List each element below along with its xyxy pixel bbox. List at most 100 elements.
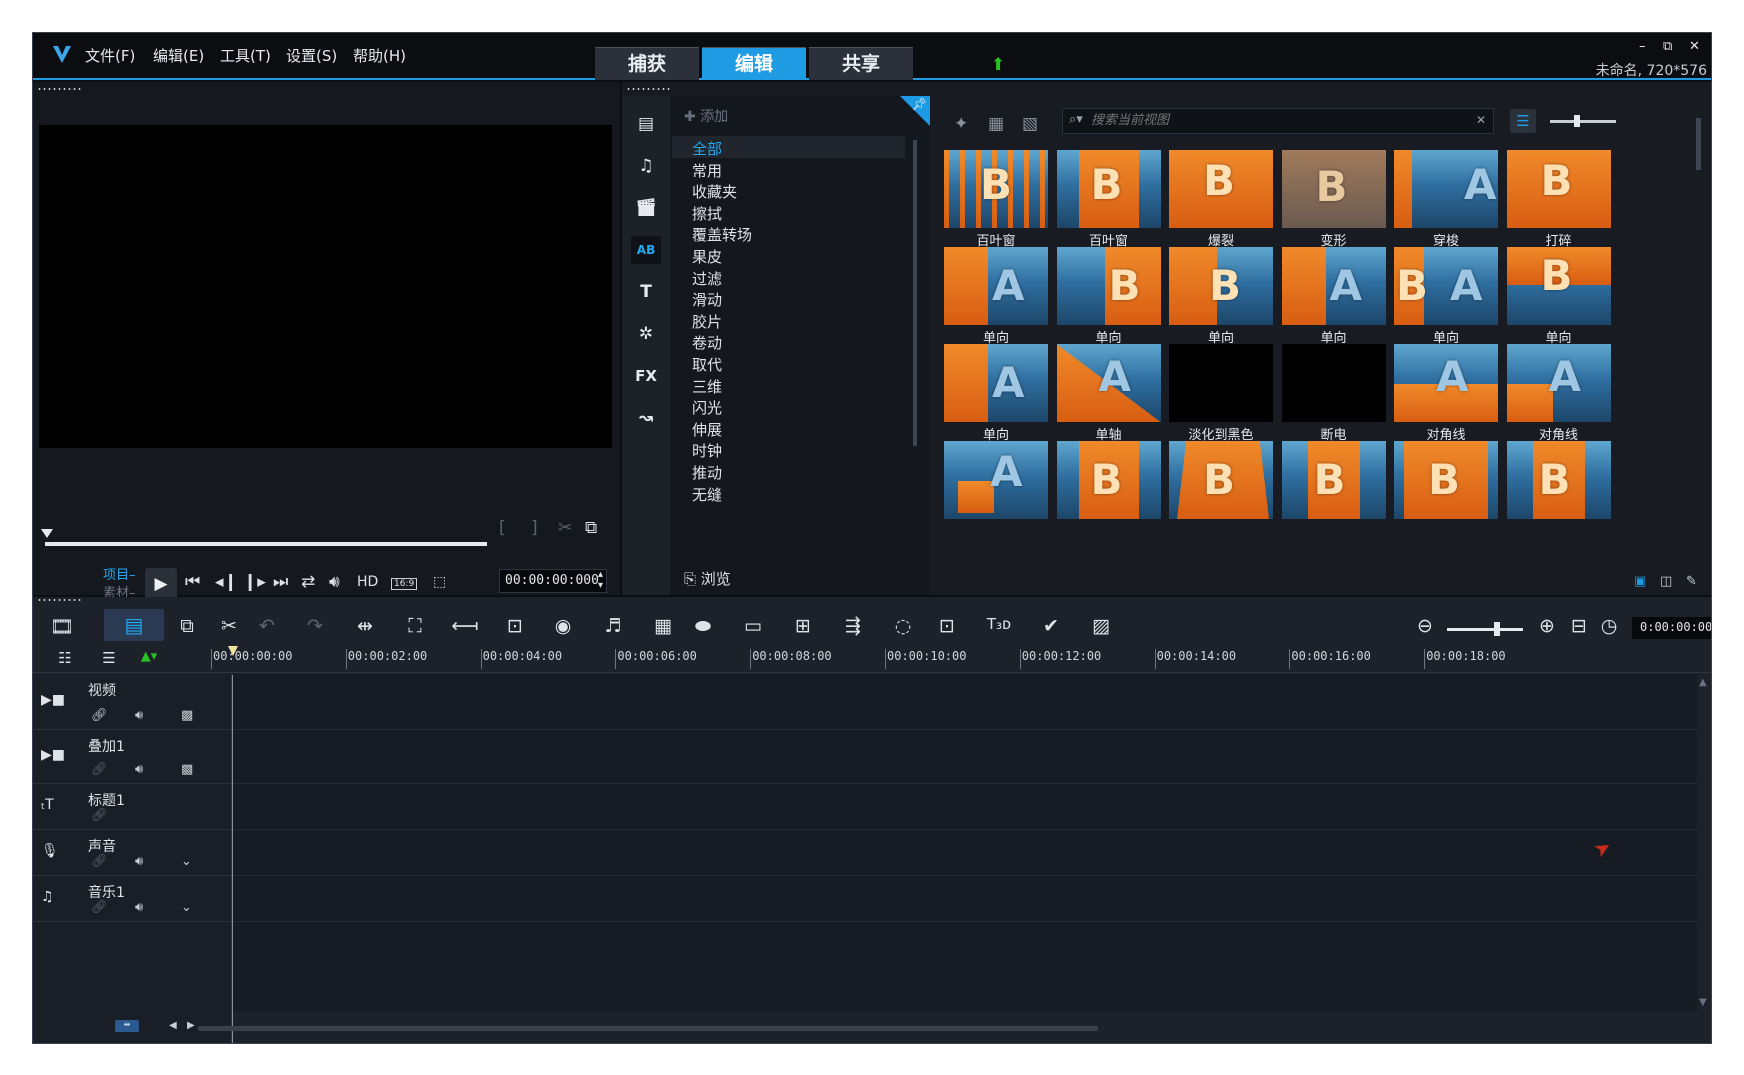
zoom-out-icon[interactable]: ⊖ — [1411, 615, 1439, 637]
transition-thumbnail[interactable]: B 打碎 — [1503, 148, 1613, 249]
graphics-library-icon[interactable]: ✲ — [631, 320, 661, 348]
ripple-link-icon[interactable]: 🔗︎ — [91, 762, 108, 777]
preview-timecode[interactable]: 00:00:00:000 — [499, 569, 607, 593]
category-item[interactable]: 卷动 — [692, 332, 722, 353]
scroll-left-icon[interactable]: ◀ — [169, 1020, 177, 1031]
track-header[interactable]: ♫ 音乐1 🔗︎ 🔊︎ ⌄ — [33, 876, 232, 922]
project-mode-label[interactable]: 项目– — [103, 564, 136, 583]
tools-icon[interactable]: ✂ — [215, 615, 243, 637]
transition-thumbnail[interactable]: B 单向 — [1165, 245, 1277, 346]
split-icon[interactable]: ⟻ — [451, 615, 479, 637]
audio-library-icon[interactable]: ♫ — [631, 152, 661, 180]
chapter-marker-icon[interactable]: ☰ — [95, 649, 123, 667]
transition-thumbnail[interactable]: A 单轴 — [1053, 342, 1165, 443]
transition-library-icon[interactable]: AB — [631, 236, 661, 264]
category-item[interactable]: 闪光 — [692, 397, 722, 418]
search-box[interactable]: ⌕▾ ✕ — [1062, 108, 1494, 134]
transition-thumbnail[interactable]: A 对角线 — [1390, 342, 1502, 443]
scroll-up-icon[interactable]: ▲ — [1699, 677, 1707, 688]
split-clip-icon[interactable]: ✂ — [558, 518, 572, 538]
search-input[interactable] — [1091, 113, 1471, 128]
transition-thumbnail[interactable]: B — [1390, 439, 1502, 536]
transition-thumbnail[interactable]: B 百叶窗 — [940, 148, 1052, 249]
pan-zoom-icon[interactable]: ◌ — [889, 615, 917, 637]
transition-thumbnail[interactable]: B — [1278, 439, 1390, 536]
transition-thumbnail[interactable]: A 穿梭 — [1390, 148, 1502, 249]
add-marker-icon[interactable]: ▲▾ — [135, 649, 163, 664]
fit-timeline-icon[interactable]: ⊟ — [1565, 615, 1593, 637]
track-header[interactable]: ₜT 标题1 🔗︎ — [33, 784, 232, 830]
track-grid-icon[interactable]: ▩ — [181, 708, 193, 723]
track-grid-icon[interactable]: ▩ — [181, 762, 193, 777]
thumbnail-size-slider[interactable] — [1550, 120, 1616, 123]
transition-thumbnail[interactable]: B 百叶窗 — [1053, 148, 1165, 249]
volume-icon[interactable]: 🔊︎ — [329, 572, 340, 592]
edit-icon[interactable]: ✎ — [1686, 574, 1697, 589]
track-lane[interactable] — [233, 876, 1697, 922]
expand-track-icon[interactable]: ⌄ — [181, 854, 192, 869]
record-capture-icon[interactable]: ▨ — [1087, 615, 1115, 637]
category-item[interactable]: 擦拭 — [692, 203, 722, 224]
mark-out-icon[interactable]: ] — [531, 518, 538, 538]
category-item[interactable]: 全部 — [692, 138, 722, 159]
track-header[interactable]: ▶■ 叠加1 🔗︎ 🔊︎ ▩ — [33, 730, 232, 784]
menu-tools[interactable]: 工具(T) — [220, 45, 271, 66]
undo-icon[interactable]: ↶ — [253, 615, 281, 637]
track-lane[interactable] — [233, 784, 1697, 830]
scrub-handle[interactable] — [41, 529, 53, 538]
track-header[interactable]: ▶■ 视频 🔗︎ 🔊︎ ▩ — [33, 674, 232, 730]
play-button[interactable]: ▶ — [145, 568, 177, 600]
transition-thumbnail[interactable]: 断电 — [1278, 342, 1390, 443]
next-frame-icon[interactable]: ❙▸ — [243, 572, 266, 592]
mask-creator-icon[interactable]: ⬬ — [689, 615, 717, 637]
transition-thumbnail[interactable]: A 单向 — [940, 245, 1052, 346]
gallery-scrollbar[interactable] — [1696, 118, 1701, 170]
enlarge-preview-icon[interactable]: ⧉ — [585, 518, 597, 538]
motion-path-icon[interactable]: ↝ — [631, 404, 661, 432]
track-mute-icon[interactable]: 🔊︎ — [135, 762, 143, 777]
category-item[interactable]: 果皮 — [692, 246, 722, 267]
go-to-start-icon[interactable]: ⏮ — [185, 572, 200, 592]
panel-grip[interactable] — [626, 88, 670, 90]
transition-thumbnail[interactable]: 淡化到黑色 — [1165, 342, 1277, 443]
smart-package-icon[interactable]: ✔ — [1037, 615, 1065, 637]
crop-icon[interactable]: ⬚ — [433, 574, 446, 590]
split-view-icon[interactable]: ◫ — [1660, 574, 1672, 589]
timeline-view-button[interactable]: ▤ — [104, 609, 164, 641]
category-item[interactable]: 过滤 — [692, 268, 722, 289]
transition-thumbnail[interactable]: B — [1053, 439, 1165, 536]
minimize-button[interactable]: – — [1639, 39, 1646, 54]
tab-capture[interactable]: 捕获 — [595, 47, 699, 80]
add-remove-tracks-icon[interactable]: ⧉ — [173, 615, 201, 637]
transition-thumbnail[interactable]: B — [1503, 439, 1613, 536]
category-item[interactable]: 常用 — [692, 160, 722, 181]
menu-file[interactable]: 文件(F) — [85, 45, 135, 66]
transition-thumbnail[interactable]: B 变形 — [1278, 148, 1390, 249]
panel-grip[interactable] — [37, 599, 81, 601]
transition-thumbnail[interactable]: B 爆裂 — [1165, 148, 1277, 249]
ripple-link-icon[interactable]: 🔗︎ — [91, 854, 108, 869]
mark-in-icon[interactable]: [ — [499, 518, 506, 538]
ripple-edit-icon[interactable]: ⊡ — [501, 615, 529, 637]
preview-screen[interactable] — [39, 125, 612, 448]
subtitle-editor-icon[interactable]: ▭ — [739, 615, 767, 637]
3d-title-editor-icon[interactable]: T₃ᴅ — [985, 615, 1013, 633]
transition-thumbnail[interactable]: B — [1165, 439, 1277, 536]
zoom-slider[interactable] — [1447, 628, 1523, 631]
category-item[interactable]: 时钟 — [692, 440, 722, 461]
track-mute-icon[interactable]: 🔊︎ — [135, 708, 143, 723]
go-to-end-icon[interactable]: ⏭ — [273, 572, 288, 592]
restore-button[interactable]: ⧉ — [1663, 39, 1672, 54]
zoom-handle[interactable] — [1494, 622, 1500, 636]
scroll-down-icon[interactable]: ▼ — [1699, 997, 1707, 1008]
category-item[interactable]: 伸展 — [692, 419, 722, 440]
multi-camera-icon[interactable]: ▦ — [649, 615, 677, 637]
expand-track-icon[interactable]: ⌄ — [181, 900, 192, 915]
timeline-ruler[interactable]: ☷ ☰ ▲▾ 00:00:00:00 00:00:02:00 00:00:04:00… — [33, 645, 1711, 673]
previous-frame-icon[interactable]: ◂❙ — [215, 572, 238, 592]
category-item[interactable]: 无缝 — [692, 484, 722, 505]
motion-tracking-icon[interactable]: ⇶ — [839, 615, 867, 637]
timeline-fit-button[interactable]: ⇹ — [115, 1020, 139, 1032]
apply-random-transition-icon[interactable]: ▦ — [988, 114, 1004, 134]
track-header[interactable]: 🎙︎ 声音 🔗︎ 🔊︎ ⌄ — [33, 830, 232, 876]
